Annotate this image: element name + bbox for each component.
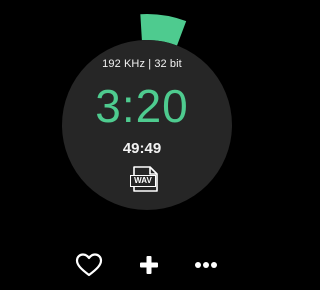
audio-format-label: 192 KHz | 32 bit xyxy=(102,58,182,70)
add-button[interactable] xyxy=(134,250,164,280)
like-button[interactable] xyxy=(74,250,104,280)
file-type-label: WAV xyxy=(130,175,156,187)
plus-icon xyxy=(140,256,158,274)
total-duration: 49:49 xyxy=(122,140,162,157)
now-playing-screen: 192 KHz | 32 bit 3:20 49:49 WAV xyxy=(0,0,284,290)
more-icon xyxy=(195,262,217,268)
progress-arc-fill xyxy=(140,14,187,46)
elapsed-time: 3:20 xyxy=(95,80,189,132)
wav-file-icon: WAV xyxy=(128,166,160,192)
action-bar xyxy=(0,250,284,280)
more-options-button[interactable] xyxy=(191,250,221,280)
heart-icon xyxy=(75,253,103,277)
